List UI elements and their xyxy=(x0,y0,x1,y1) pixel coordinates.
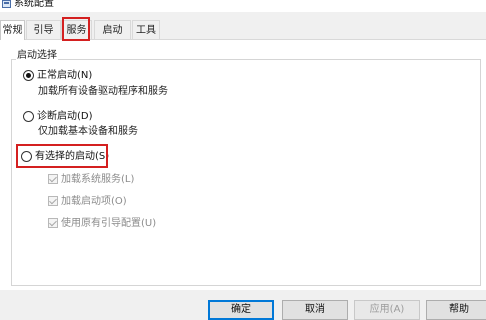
use-original-boot-config-label: 使用原有引导配置(U) xyxy=(61,218,157,229)
tab-boot[interactable]: 引导 xyxy=(26,20,61,39)
use-original-boot-config-box[interactable] xyxy=(48,218,58,228)
tab-tools[interactable]: 工具 xyxy=(132,20,160,39)
title-bar: 系统配置 xyxy=(0,0,486,12)
general-tab-panel: 启动选择 正常启动(N) 加载所有设备驱动程序和服务 诊断启动(D) 仅加载基本… xyxy=(0,39,486,290)
load-system-services-label: 加载系统服务(L) xyxy=(61,174,135,185)
radio-selective-startup-circle[interactable] xyxy=(21,151,32,162)
radio-selective-startup-label: 有选择的启动(S) xyxy=(35,151,110,162)
apply-button[interactable]: 应用(A) xyxy=(354,300,420,320)
load-startup-items-box[interactable] xyxy=(48,196,58,206)
help-button[interactable]: 帮助 xyxy=(426,300,486,320)
tab-startup[interactable]: 启动 xyxy=(94,20,131,39)
radio-normal-startup-label: 正常启动(N) xyxy=(37,70,93,81)
startup-selection-label: 启动选择 xyxy=(16,50,58,62)
radio-normal-startup-circle[interactable] xyxy=(23,70,34,81)
cancel-button[interactable]: 取消 xyxy=(282,300,348,320)
diagnostic-startup-description: 仅加载基本设备和服务 xyxy=(38,126,138,137)
load-startup-items-label: 加载启动项(O) xyxy=(61,196,127,207)
window-title: 系统配置 xyxy=(14,0,54,9)
ok-button[interactable]: 确定 xyxy=(208,300,274,320)
tab-general[interactable]: 常规 xyxy=(0,20,25,40)
radio-diagnostic-startup-label: 诊断启动(D) xyxy=(37,111,93,122)
tab-services[interactable]: 服务 xyxy=(61,20,92,39)
radio-diagnostic-startup-circle[interactable] xyxy=(23,111,34,122)
normal-startup-description: 加载所有设备驱动程序和服务 xyxy=(38,86,168,97)
system-config-icon xyxy=(2,0,11,8)
load-system-services-box[interactable] xyxy=(48,174,58,184)
